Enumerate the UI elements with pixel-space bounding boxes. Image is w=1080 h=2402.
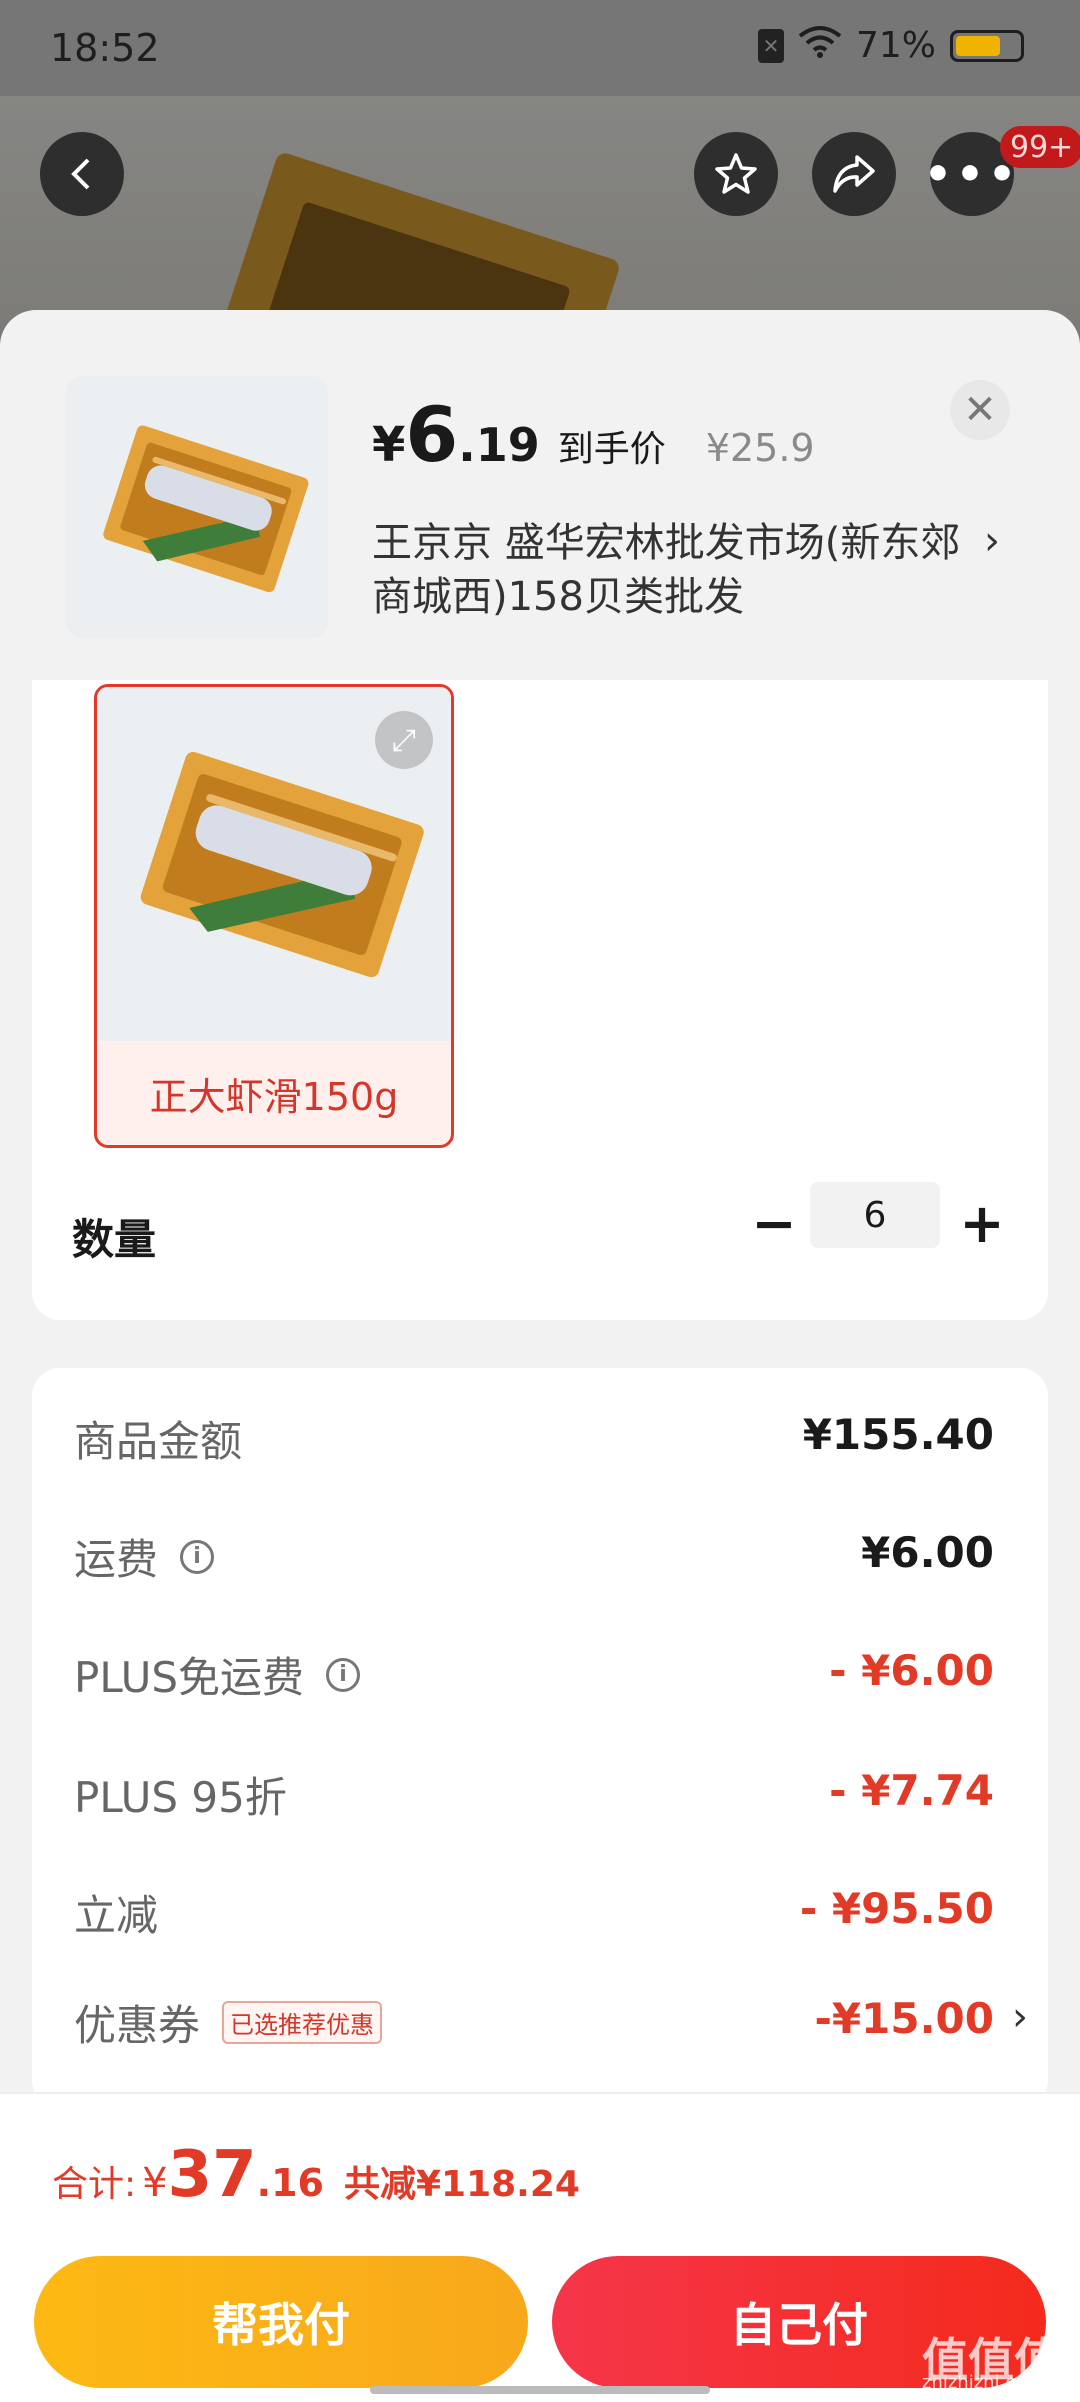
chevron-right-icon[interactable]: › (984, 518, 1000, 564)
purchase-sheet: ¥ 6 .19 到手价 ¥25.9 ✕ 王京京 盛华宏林批发市场(新东郊商城西)… (0, 310, 1080, 2400)
status-time: 18:52 (50, 26, 160, 70)
close-icon: ✕ (963, 387, 997, 433)
battery-icon (950, 29, 1024, 62)
home-indicator[interactable] (370, 2386, 710, 2394)
variant-card: ⤢ 正大虾滑150g 数量 − 6 + (32, 680, 1048, 1320)
fee-label: 运费 (74, 1535, 159, 1584)
fee-label: PLUS免运费 (74, 1653, 305, 1702)
fee-row-plus-discount: PLUS 95折 - ¥7.74 (74, 1754, 994, 1834)
fee-value: -¥15.00 (814, 1994, 994, 2043)
total-decimal: .16 (256, 2161, 324, 2205)
price-integer: 6 (405, 390, 459, 479)
fee-value: ¥6.00 (861, 1528, 994, 1577)
favorite-button[interactable] (694, 132, 778, 216)
help-pay-button[interactable]: 帮我付 (34, 2256, 528, 2388)
expand-image-button[interactable]: ⤢ (375, 711, 433, 769)
fee-row-plus-free-shipping: PLUS免运费 i - ¥6.00 (74, 1634, 994, 1714)
battery-percent: 71% (855, 25, 936, 66)
quantity-decrease-button[interactable]: − (744, 1194, 804, 1254)
fee-label: 商品金额 (74, 1417, 243, 1466)
fee-value: - ¥95.50 (799, 1884, 994, 1933)
fee-label: 立减 (74, 1891, 159, 1940)
quantity-input[interactable]: 6 (810, 1182, 940, 1248)
variant-label: 正大虾滑150g (149, 1074, 399, 1119)
final-price-tag: 到手价 (557, 429, 666, 470)
back-button[interactable] (40, 132, 124, 216)
fee-breakdown-card: 商品金额 ¥155.40 运费 i ¥6.00 PLUS免运费 i - ¥6.00 … (32, 1368, 1048, 2108)
fee-row-instant-discount: 立减 - ¥95.50 (74, 1872, 994, 1952)
quantity-label: 数量 (72, 1215, 157, 1264)
fee-value: - ¥7.74 (829, 1766, 994, 1815)
total-price: 合计: ¥ 37 .16 共减¥118.24 (52, 2138, 580, 2212)
wifi-icon (798, 24, 842, 67)
chevron-left-icon (71, 158, 90, 190)
variant-option-selected[interactable]: ⤢ 正大虾滑150g (94, 684, 454, 1148)
fee-value: ¥155.40 (802, 1410, 994, 1459)
sim-icon: ✕ (757, 28, 784, 63)
original-price: ¥25.9 (705, 426, 815, 470)
total-symbol: ¥ (142, 2160, 168, 2206)
watermark-url: zhizhizhi.com (922, 2372, 1044, 2393)
product-thumbnail (66, 376, 328, 638)
fee-label: PLUS 95折 (74, 1773, 287, 1822)
close-sheet-button[interactable]: ✕ (950, 380, 1010, 440)
fee-row-shipping: 运费 i ¥6.00 (74, 1516, 994, 1596)
info-icon[interactable]: i (326, 1657, 361, 1692)
total-label: 合计: (52, 2164, 137, 2205)
chevron-right-icon[interactable]: › (1012, 1994, 1028, 2040)
star-icon (715, 153, 757, 194)
status-bar: 18:52 ✕ 71% (0, 0, 1080, 96)
expand-icon: ⤢ (392, 722, 416, 758)
quantity-increase-button[interactable]: + (952, 1194, 1012, 1254)
price-decimal: .19 (458, 418, 540, 472)
price-row: ¥ 6 .19 到手价 ¥25.9 (372, 390, 815, 479)
fee-row-coupon[interactable]: 优惠券 已选推荐优惠 -¥15.00 › (74, 1982, 1028, 2062)
fee-value: - ¥6.00 (829, 1646, 994, 1695)
message-count-badge: 99+ (1000, 126, 1080, 168)
background-tray-image (198, 150, 622, 320)
total-integer: 37 (167, 2138, 257, 2212)
coupon-recommend-tag: 已选推荐优惠 (222, 2001, 383, 2044)
info-icon[interactable]: i (180, 1539, 215, 1574)
price-symbol: ¥ (372, 417, 406, 473)
fee-label: 优惠券 (74, 2001, 201, 2050)
share-button[interactable] (812, 132, 896, 216)
fee-row-goods: 商品金额 ¥155.40 (74, 1398, 994, 1478)
shop-name[interactable]: 王京京 盛华宏林批发市场(新东郊商城西)158贝类批发 (372, 516, 972, 624)
checkout-bar: 合计: ¥ 37 .16 共减¥118.24 帮我付 自己付 (0, 2092, 1080, 2402)
share-icon (833, 155, 875, 193)
total-saved: 共减¥118.24 (343, 2164, 580, 2205)
